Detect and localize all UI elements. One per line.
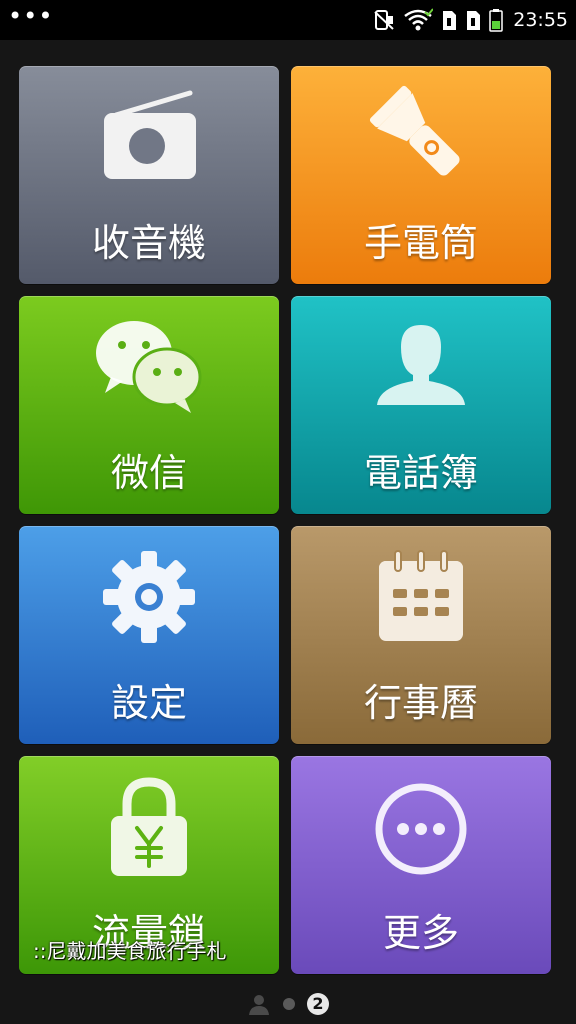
- tile-radio[interactable]: 收音機: [19, 66, 279, 284]
- tile-label: 微信: [110, 451, 187, 495]
- flashlight-icon: [361, 82, 481, 192]
- gear-icon: [89, 542, 209, 652]
- status-bar: ••• 23:55: [0, 0, 576, 40]
- current-page-indicator[interactable]: 2: [307, 993, 329, 1015]
- overflow-menu-icon[interactable]: •••: [8, 4, 53, 28]
- silent-mode-icon: [373, 8, 395, 32]
- watermark-text: ::尼戴加美食旅行手札: [33, 939, 227, 963]
- tile-flashlight[interactable]: 手電筒: [291, 66, 551, 284]
- page-dot[interactable]: [283, 998, 295, 1010]
- tile-label: 行事曆: [363, 681, 478, 725]
- tile-contacts[interactable]: 電話簿: [291, 296, 551, 514]
- person-page-icon[interactable]: [247, 992, 271, 1016]
- tile-more[interactable]: 更多: [291, 756, 551, 974]
- status-icons: 23:55: [373, 0, 568, 40]
- tile-label: 收音機: [91, 221, 206, 265]
- more-dots-icon: [361, 772, 481, 882]
- wechat-icon: [89, 312, 209, 422]
- tile-label: 更多: [382, 911, 459, 955]
- tile-calendar[interactable]: 行事曆: [291, 526, 551, 744]
- tile-label: 設定: [110, 681, 187, 725]
- clock: 23:55: [513, 9, 568, 31]
- tile-settings[interactable]: 設定: [19, 526, 279, 744]
- sim-card-2-icon: [465, 8, 481, 32]
- padlock-yen-icon: [89, 772, 209, 882]
- tile-label: 電話簿: [363, 451, 478, 495]
- calendar-icon: [361, 542, 481, 652]
- page-indicator: 2: [0, 990, 576, 1018]
- radio-icon: [89, 82, 209, 192]
- tile-wechat[interactable]: 微信: [19, 296, 279, 514]
- tile-label: 手電筒: [363, 221, 478, 265]
- contact-person-icon: [361, 312, 481, 422]
- wifi-icon: [403, 8, 434, 32]
- sim-card-1-icon: [441, 8, 457, 32]
- battery-icon: [489, 8, 503, 32]
